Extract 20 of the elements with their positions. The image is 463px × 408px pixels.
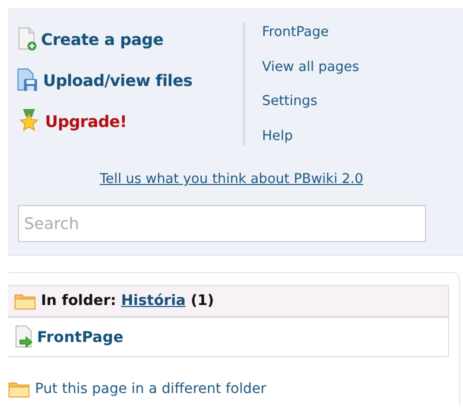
folder-icon bbox=[14, 292, 36, 310]
page-arrow-icon bbox=[14, 325, 34, 349]
nav-link[interactable]: View all pages bbox=[262, 56, 360, 77]
page-add-icon bbox=[17, 27, 37, 51]
move-folder-link[interactable]: Put this page in a different folder bbox=[35, 381, 266, 397]
action-link[interactable]: Upgrade! bbox=[45, 112, 127, 130]
nav-link[interactable]: Help bbox=[262, 126, 360, 146]
folder-icon bbox=[8, 380, 30, 398]
folder-label: In folder: bbox=[41, 293, 116, 309]
nav-link[interactable]: FrontPage bbox=[262, 22, 360, 42]
floppy-page-icon bbox=[17, 68, 39, 92]
search-field[interactable]: Search bbox=[18, 205, 426, 242]
nav-link[interactable]: Settings bbox=[262, 91, 360, 112]
feedback-link[interactable]: Tell us what you think about PBwiki 2.0 bbox=[100, 171, 364, 187]
action-link[interactable]: Upload/view files bbox=[43, 70, 192, 90]
page-link[interactable]: FrontPage bbox=[37, 328, 124, 346]
folder-link[interactable]: História bbox=[121, 293, 186, 309]
action-link[interactable]: Create a page bbox=[41, 30, 164, 48]
folder-count: (1) bbox=[190, 293, 214, 309]
star-badge-icon bbox=[17, 109, 41, 133]
